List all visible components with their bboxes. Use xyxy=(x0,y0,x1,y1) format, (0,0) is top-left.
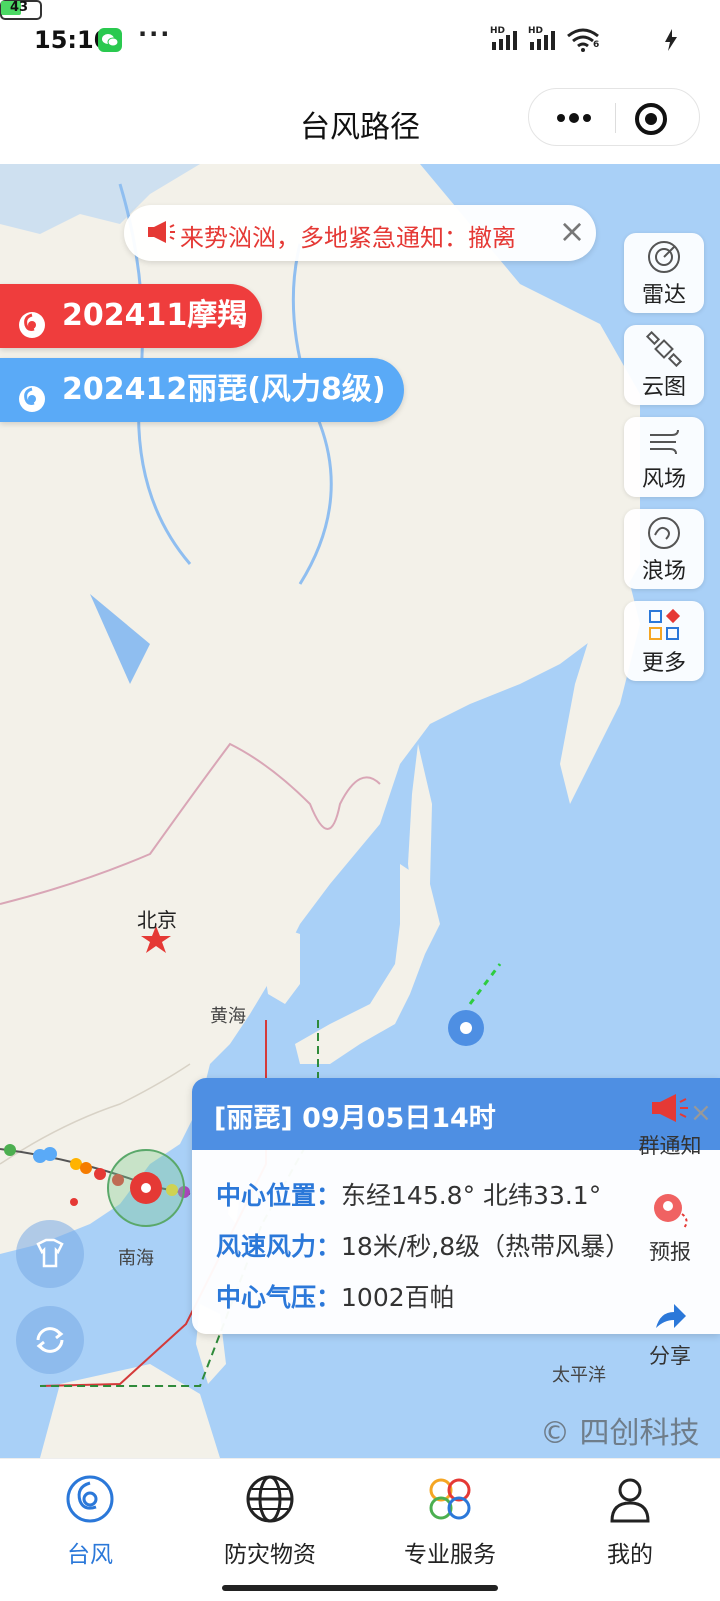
radar-icon xyxy=(646,239,682,275)
info-key: 中心位置： xyxy=(216,1181,342,1210)
notice-banner[interactable]: 来势汹汹，多地紧急通知：撤离 × xyxy=(124,205,596,261)
mini-program-capsule xyxy=(528,88,700,146)
typhoon-icon xyxy=(16,374,48,412)
forecast-button[interactable]: 预报 xyxy=(626,1190,714,1266)
typhoon-item-202412[interactable]: 202412丽琵(风力8级) xyxy=(0,358,404,422)
info-key: 风速风力： xyxy=(216,1232,342,1261)
status-more-icon: ··· xyxy=(138,20,172,48)
share-button[interactable]: 分享 xyxy=(626,1300,714,1370)
tool-radar[interactable]: 雷达 xyxy=(624,233,704,313)
tool-label: 雷达 xyxy=(641,283,686,308)
tab-label: 防灾物资 xyxy=(224,1542,316,1568)
globe-icon xyxy=(244,1473,296,1525)
info-value: 1002百帕 xyxy=(341,1283,455,1312)
status-bar: 15:10 ··· HD HD 6 43 xyxy=(0,0,720,80)
bottom-tab-bar: 台风 防灾物资 专业服务 我的 xyxy=(0,1458,720,1600)
map-label-yellow-sea: 黄海 xyxy=(210,1006,246,1027)
share-arrow-icon xyxy=(626,1300,714,1340)
info-row-position: 中心位置：东经145.8° 北纬33.1° xyxy=(216,1176,601,1212)
tool-label: 风场 xyxy=(641,467,686,492)
wifi-badge: 6 xyxy=(593,40,600,50)
side-action-label: 群通知 xyxy=(638,1134,702,1158)
more-dots-icon[interactable] xyxy=(549,101,599,135)
side-action-label: 预报 xyxy=(649,1240,691,1264)
wave-icon xyxy=(646,515,682,551)
layer-toggle-button[interactable] xyxy=(16,1220,84,1288)
tool-more[interactable]: 更多 xyxy=(624,601,704,681)
info-card-title: [丽琵] 09月05日14时 xyxy=(214,1103,496,1134)
satellite-icon xyxy=(645,330,683,368)
tab-mine[interactable]: 我的 xyxy=(540,1459,720,1601)
close-icon[interactable]: × xyxy=(690,1098,712,1128)
tab-professional[interactable]: 专业服务 xyxy=(360,1459,540,1601)
battery-level: 43 xyxy=(9,0,29,15)
home-indicator[interactable] xyxy=(222,1585,498,1591)
charging-icon xyxy=(664,29,678,55)
map-label-pacific: 太平洋 xyxy=(552,1365,606,1386)
info-row-pressure: 中心气压：1002百帕 xyxy=(216,1278,455,1314)
tool-wind[interactable]: 风场 xyxy=(624,417,704,497)
tool-label: 云图 xyxy=(641,375,686,400)
megaphone-icon xyxy=(146,219,176,249)
title-bar: 台风路径 xyxy=(0,80,720,164)
target-circle-icon[interactable] xyxy=(633,101,669,137)
info-value: 东经145.8° 北纬33.1° xyxy=(341,1181,602,1210)
tool-wave[interactable]: 浪场 xyxy=(624,509,704,589)
close-icon[interactable]: × xyxy=(552,211,592,251)
clover-icon xyxy=(424,1473,476,1525)
forecast-pin-icon xyxy=(626,1190,714,1236)
wind-icon xyxy=(646,423,682,459)
more-grid-icon xyxy=(646,607,682,643)
wechat-icon xyxy=(98,28,122,52)
battery-icon: 43 xyxy=(0,0,42,20)
tool-cloud[interactable]: 云图 xyxy=(624,325,704,405)
tool-label: 浪场 xyxy=(641,559,686,584)
map-label-beijing: 北京 xyxy=(137,908,177,932)
copyright-text: © 四创科技 xyxy=(540,1416,700,1451)
tab-supplies[interactable]: 防灾物资 xyxy=(180,1459,360,1601)
typhoon-item-202411[interactable]: 202411摩羯 xyxy=(0,284,262,348)
notice-text: 来势汹汹，多地紧急通知：撤离 xyxy=(180,224,516,252)
info-row-wind: 风速风力：18米/秒,8级（热带风暴） xyxy=(216,1227,630,1263)
tab-label: 我的 xyxy=(607,1542,653,1568)
side-action-label: 分享 xyxy=(649,1344,691,1368)
tab-label: 专业服务 xyxy=(404,1542,496,1568)
tool-label: 更多 xyxy=(641,651,686,676)
refresh-button[interactable] xyxy=(16,1306,84,1374)
map-label-south-sea: 南海 xyxy=(118,1248,154,1269)
user-icon xyxy=(604,1473,656,1525)
tab-label: 台风 xyxy=(67,1542,113,1568)
typhoon-icon xyxy=(64,1473,116,1525)
typhoon-icon xyxy=(16,300,48,338)
typhoon-label: 202412丽琵(风力8级) xyxy=(62,372,386,407)
typhoon-label: 202411摩羯 xyxy=(62,298,248,333)
info-key: 中心气压： xyxy=(216,1283,342,1312)
info-value: 18米/秒,8级（热带风暴） xyxy=(341,1232,631,1261)
tab-typhoon[interactable]: 台风 xyxy=(0,1459,180,1601)
wifi-icon: 6 xyxy=(566,28,600,56)
